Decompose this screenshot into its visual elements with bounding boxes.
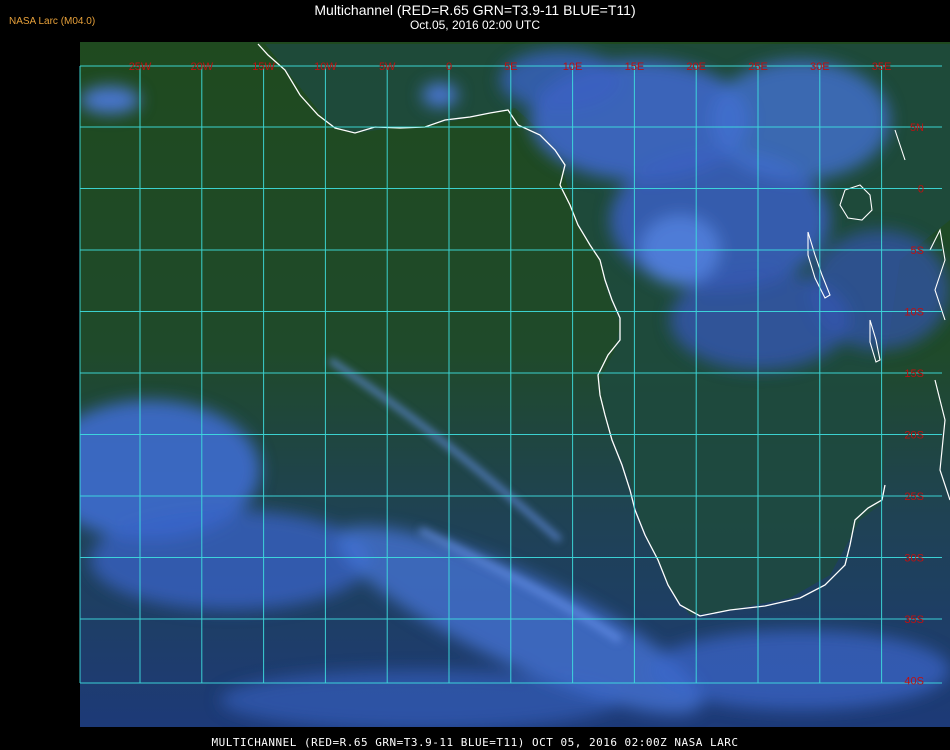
longitude-label: 20E	[686, 61, 706, 73]
longitude-label: 30E	[810, 61, 830, 73]
latitude-label: 5S	[911, 245, 924, 257]
latitude-label: 30S	[904, 553, 924, 565]
latitude-label: 20S	[904, 430, 924, 442]
longitude-label: 25E	[748, 61, 768, 73]
longitude-label: 0	[446, 61, 452, 73]
satellite-map: 25W 20W 15W 10W 5W 0 5E 10E 15E 20E 25E 30E 35E 5N 0 5…	[79, 42, 950, 727]
longitude-label: 10E	[563, 61, 583, 73]
latitude-label: 35S	[904, 614, 924, 626]
latitude-label: 10S	[904, 307, 924, 319]
latitude-label: 0	[918, 184, 924, 196]
longitude-label: 10W	[314, 61, 337, 73]
latitude-label: 15S	[904, 368, 924, 380]
longitude-label: 5E	[504, 61, 517, 73]
longitude-label: 25W	[129, 61, 152, 73]
longitude-label: 35E	[872, 61, 892, 73]
longitude-label: 15E	[625, 61, 645, 73]
longitude-label: 20W	[190, 61, 213, 73]
footer-caption: MULTICHANNEL (RED=R.65 GRN=T3.9-11 BLUE=…	[211, 736, 739, 749]
longitude-label: 15W	[252, 61, 275, 73]
latitude-label: 5N	[910, 122, 924, 134]
latitude-label: 25S	[904, 491, 924, 503]
latitude-label: 40S	[904, 676, 924, 688]
imagery-layer	[80, 42, 950, 727]
longitude-label: 5W	[379, 61, 396, 73]
